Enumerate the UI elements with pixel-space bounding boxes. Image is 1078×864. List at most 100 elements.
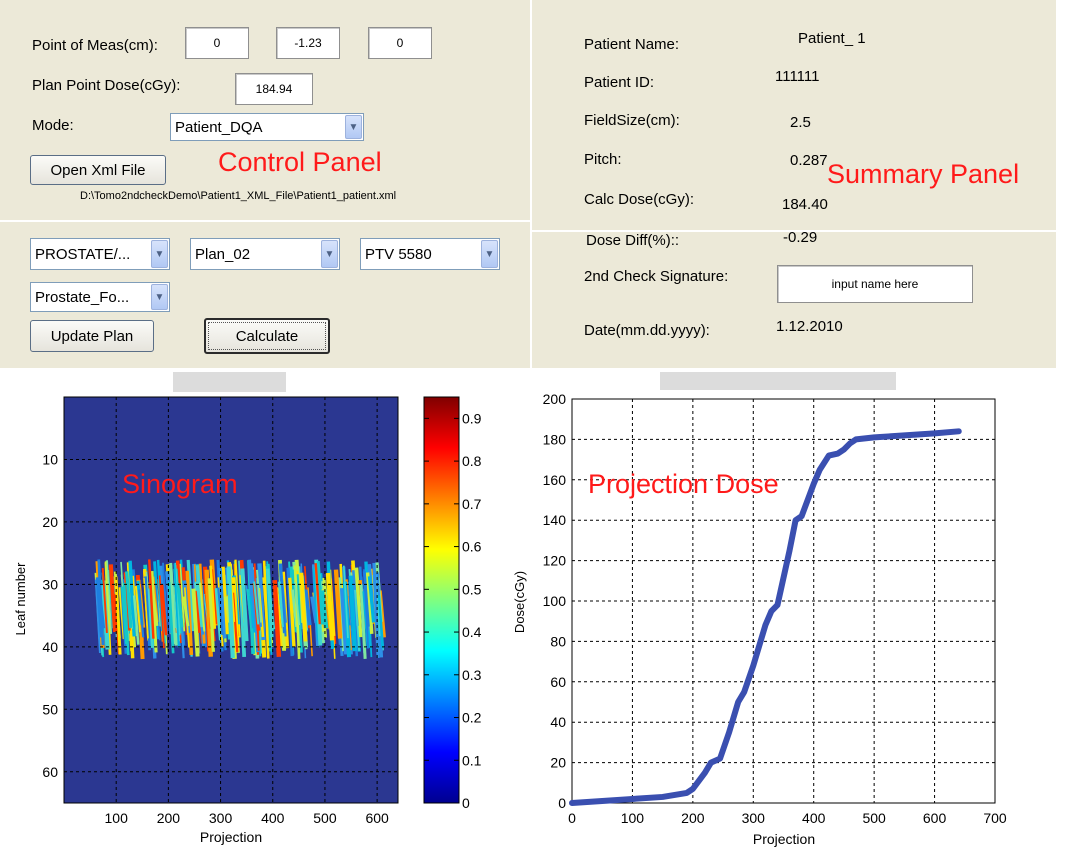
control-panel-title: Control Panel	[218, 147, 382, 177]
patient-name-label: Patient Name:	[584, 36, 680, 53]
colorbar-tick: 0.6	[462, 539, 482, 555]
pitch-label: Pitch:	[584, 151, 622, 168]
sinogram-annotation: Sinogram	[122, 469, 238, 499]
sinogram-x-tick: 500	[313, 810, 337, 826]
point-y-field[interactable]: -1.23	[276, 27, 340, 59]
colorbar-tick: 0.5	[462, 581, 482, 597]
update-plan-button[interactable]: Update Plan	[30, 320, 154, 352]
projection-dose-chart: 0 100 200 300 400 500 600 700 0 20 40 60 80 100 120 14…	[512, 391, 1007, 847]
control-divider	[0, 220, 530, 222]
protocol-dropdown[interactable]: PROSTATE/... ▼	[30, 238, 170, 270]
chevron-down-icon[interactable]: ▼	[151, 284, 168, 310]
open-xml-file-button[interactable]: Open Xml File	[30, 155, 166, 185]
dose-diff-value: -0.29	[783, 229, 818, 246]
colorbar-tick: 0.9	[462, 410, 482, 426]
calculate-button[interactable]: Calculate	[204, 318, 330, 354]
colorbar-tick: 0	[462, 795, 470, 811]
point-of-meas-label: Point of Meas(cm):	[32, 37, 158, 54]
colorbar	[423, 396, 460, 804]
chevron-down-icon[interactable]: ▼	[151, 240, 168, 268]
sinogram-x-tick: 300	[209, 810, 233, 826]
patient-id-value: 111111	[775, 68, 820, 85]
colorbar-tick: 0.4	[462, 624, 482, 640]
sinogram-y-tick: 20	[42, 514, 58, 530]
sinogram-y-tick: 50	[42, 701, 58, 717]
sinogram-x-tick: 600	[365, 810, 389, 826]
dose-x-tick: 100	[621, 810, 645, 826]
chevron-down-icon[interactable]: ▼	[345, 115, 362, 139]
colorbar-tick: 0.8	[462, 453, 482, 469]
sinogram-x-tick-labels: 100 200 300 400 500 600	[105, 810, 390, 826]
dose-y-tick: 180	[543, 431, 567, 447]
plan-dropdown[interactable]: Plan_02 ▼	[190, 238, 340, 270]
structure-dropdown[interactable]: Prostate_Fo... ▼	[30, 282, 170, 312]
dose-x-tick: 0	[568, 810, 576, 826]
pitch-value: 0.287	[790, 152, 828, 169]
file-path-text: D:\Tomo2ndcheckDemo\Patient1_XML_File\Pa…	[80, 190, 397, 202]
dose-y-tick: 140	[543, 512, 567, 528]
dose-y-tick: 120	[543, 553, 567, 569]
dose-y-tick: 160	[543, 472, 567, 488]
sinogram-y-axis-label: Leaf number	[13, 562, 28, 636]
dose-y-tick: 40	[550, 714, 566, 730]
dose-y-tick-labels: 0 20 40 60 80 100 120 140 160 180 200	[543, 391, 567, 811]
dose-x-tick: 600	[923, 810, 947, 826]
dose-y-axis-label: Dose(cGy)	[512, 571, 527, 633]
colorbar-tick: 0.2	[462, 710, 482, 726]
sinogram-y-tick: 60	[42, 764, 58, 780]
field-size-label: FieldSize(cm):	[584, 112, 680, 129]
plan-point-dose-label: Plan Point Dose(cGy):	[32, 77, 181, 94]
protocol-dropdown-value: PROSTATE/...	[35, 245, 131, 263]
dose-y-tick: 100	[543, 593, 567, 609]
date-value: 1.12.2010	[776, 318, 843, 335]
dose-title-strip	[660, 372, 896, 390]
dose-x-axis-label: Projection	[753, 831, 815, 847]
sinogram-x-axis-label: Projection	[200, 829, 262, 845]
patient-name-value: Patient_ 1	[798, 30, 866, 47]
plan-dropdown-value: Plan_02	[195, 245, 251, 263]
dose-y-tick: 80	[550, 633, 566, 649]
field-size-value: 2.5	[790, 114, 811, 131]
chevron-down-icon[interactable]: ▼	[321, 240, 338, 268]
point-z-field[interactable]: 0	[368, 27, 432, 59]
mode-dropdown[interactable]: Patient_DQA ▼	[170, 113, 364, 141]
patient-id-label: Patient ID:	[584, 74, 655, 91]
sinogram-x-tick: 200	[157, 810, 181, 826]
mode-dropdown-value: Patient_DQA	[175, 118, 263, 136]
calc-dose-label: Calc Dose(cGy):	[584, 191, 695, 208]
sinogram-y-tick: 10	[42, 451, 58, 467]
sinogram-x-tick: 400	[261, 810, 285, 826]
sinogram-y-tick: 40	[42, 639, 58, 655]
dose-y-tick: 20	[550, 755, 566, 771]
calc-dose-value: 184.40	[782, 196, 828, 213]
signature-input[interactable]: input name here	[777, 265, 973, 303]
dose-x-tick: 300	[742, 810, 766, 826]
colorbar-tick: 0.3	[462, 667, 482, 683]
signature-label: 2nd Check Signature:	[584, 268, 729, 285]
dose-y-tick: 200	[543, 391, 567, 407]
dose-x-tick: 700	[983, 810, 1007, 826]
date-label: Date(mm.dd.yyyy):	[584, 322, 710, 339]
dose-x-tick: 200	[681, 810, 705, 826]
dose-y-tick: 60	[550, 674, 566, 690]
point-x-field[interactable]: 0	[185, 27, 249, 59]
structure-dropdown-value: Prostate_Fo...	[35, 288, 130, 306]
ptv-dropdown[interactable]: PTV 5580 ▼	[360, 238, 500, 270]
chevron-down-icon[interactable]: ▼	[481, 240, 498, 268]
sinogram-plot: 100 200 300 400 500 600 10 20 30 40 50 60 0 0.1 0.2 0…	[13, 396, 482, 845]
sinogram-title-strip	[173, 372, 286, 392]
dose-x-tick: 400	[802, 810, 826, 826]
ptv-dropdown-value: PTV 5580	[365, 245, 432, 263]
dose-x-tick: 500	[862, 810, 886, 826]
summary-panel-title: Summary Panel	[827, 159, 1020, 189]
colorbar-tick: 0.7	[462, 496, 482, 512]
sinogram-y-tick: 30	[42, 576, 58, 592]
dose-annotation: Projection Dose	[588, 469, 779, 499]
plan-point-dose-field[interactable]: 184.94	[235, 73, 313, 105]
dose-x-tick-labels: 0 100 200 300 400 500 600 700	[568, 810, 1007, 826]
sinogram-y-tick-labels: 10 20 30 40 50 60	[42, 451, 58, 779]
sinogram-x-tick: 100	[105, 810, 129, 826]
mode-label: Mode:	[32, 117, 74, 134]
dose-diff-label: Dose Diff(%)::	[586, 232, 680, 249]
colorbar-tick: 0.1	[462, 752, 482, 768]
